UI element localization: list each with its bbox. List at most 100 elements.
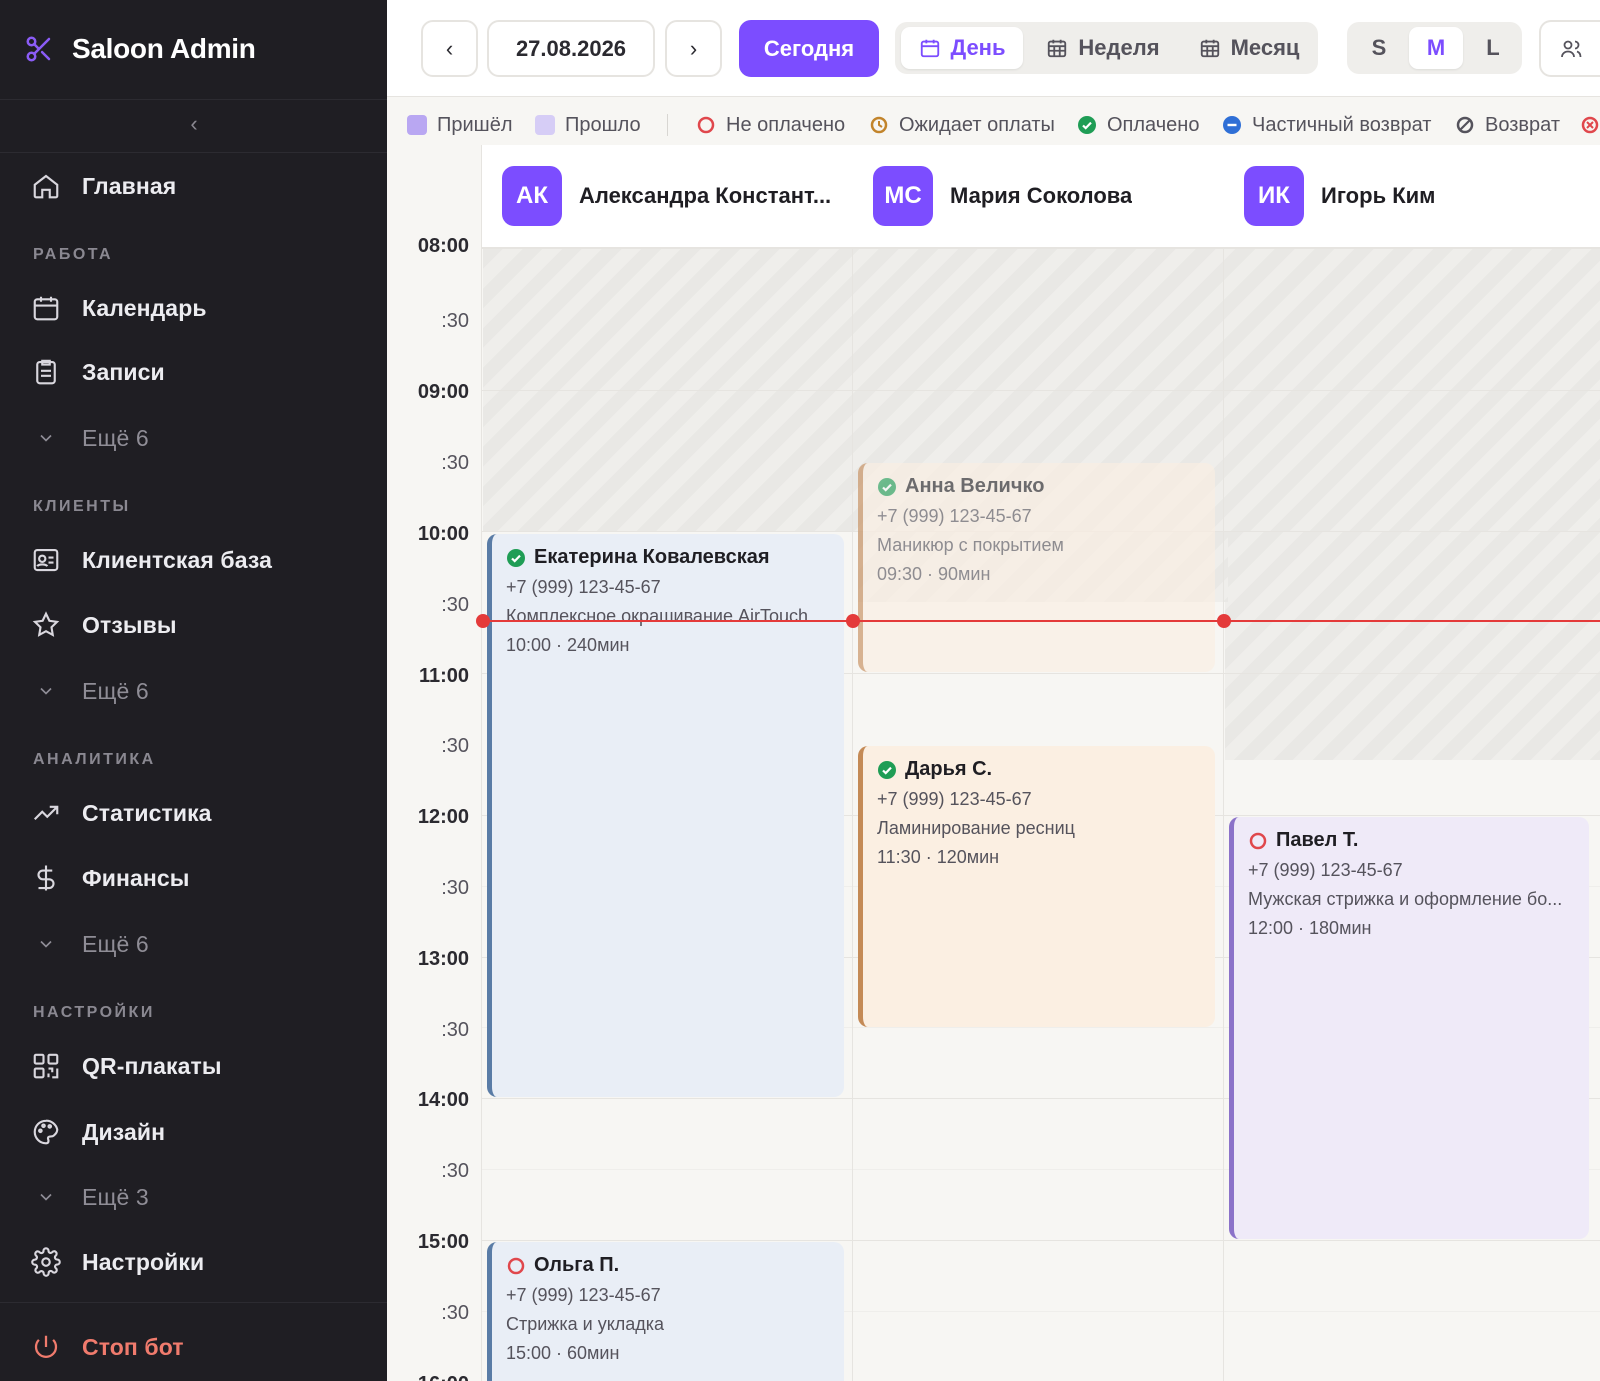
tab-label: Неделя <box>1078 35 1160 60</box>
sidebar-more-clients[interactable]: Ещё 6 <box>30 671 149 711</box>
sidebar-item-settings[interactable]: Настройки <box>30 1242 204 1282</box>
staff-name: Игорь Ким <box>1321 183 1436 208</box>
appointment-time: 09:30 · 90мин <box>877 564 991 584</box>
density-switcher: S M L <box>1347 22 1522 74</box>
section-work: РАБОТА <box>33 246 114 263</box>
users-icon <box>1560 40 1581 57</box>
time-label: :30 <box>441 1019 469 1041</box>
appointment-service: Мужская стрижка и оформление бо... <box>1248 889 1563 909</box>
collapse-sidebar-button[interactable]: ‹ <box>182 112 206 136</box>
appointment-card[interactable]: Екатерина Ковалевская +7 (999) 123-45-67… <box>487 534 844 1097</box>
date-picker[interactable]: 27.08.2026 <box>487 20 655 77</box>
current-time-marker <box>476 614 490 628</box>
appointment-phone: +7 (999) 123-45-67 <box>877 506 1032 526</box>
view-switcher: День Неделя Месяц <box>895 22 1318 74</box>
client-name: Дарья С. <box>905 758 993 780</box>
legend-arrived: Пришёл <box>407 105 513 145</box>
legend-past: Прошло <box>535 105 641 145</box>
size-m-button[interactable]: M <box>1409 27 1463 69</box>
day-grid: 08:00 :30 09:00 :30 10:00 :30 11:00 :30 … <box>387 145 1600 1381</box>
gear-icon <box>30 1246 62 1278</box>
sidebar-item-qr-posters[interactable]: QR-плакаты <box>30 1046 222 1086</box>
qr-icon <box>30 1050 62 1082</box>
time-label: :30 <box>441 1302 469 1324</box>
sidebar-item-label: Ещё 6 <box>82 424 149 451</box>
staff-header[interactable]: МС Мария Соколова <box>853 145 1224 249</box>
appointment-phone: +7 (999) 123-45-67 <box>506 1285 661 1305</box>
sidebar-item-finance[interactable]: Финансы <box>30 858 189 898</box>
prev-day-button[interactable]: ‹ <box>421 20 478 77</box>
appointment-phone: +7 (999) 123-45-67 <box>506 577 661 597</box>
appointment-card[interactable]: Ольга П. +7 (999) 123-45-67 Стрижка и ук… <box>487 1242 844 1381</box>
trend-icon <box>30 797 62 829</box>
sidebar-item-home[interactable]: Главная <box>30 166 176 206</box>
sidebar-item-bookings[interactable]: Записи <box>30 352 165 392</box>
appointment-time: 10:00 · 240мин <box>506 635 630 655</box>
brand: Saloon Admin <box>0 0 387 100</box>
staff-header[interactable]: АК Александра Констант... <box>482 145 853 249</box>
today-button[interactable]: Сегодня <box>739 20 879 77</box>
legend-label: Ожидает оплаты <box>899 113 1055 136</box>
legend-label: Пришёл <box>437 113 513 136</box>
sidebar-item-client-base[interactable]: Клиентская база <box>30 540 272 580</box>
stop-bot-button[interactable]: Стоп бот <box>30 1327 184 1367</box>
staff-filter-button[interactable] <box>1539 20 1600 77</box>
current-time-line <box>483 620 1600 622</box>
clipboard-icon <box>30 356 62 388</box>
size-l-button[interactable]: L <box>1467 27 1519 69</box>
scissors-icon <box>26 36 51 62</box>
sidebar-item-calendar[interactable]: Календарь <box>30 288 207 328</box>
legend-label: Оплачено <box>1107 113 1200 136</box>
chevron-down-icon <box>30 675 62 707</box>
size-s-button[interactable]: S <box>1353 27 1405 69</box>
appointment-time: 15:00 · 60мин <box>506 1343 620 1363</box>
appointment-service: Стрижка и укладка <box>506 1314 665 1334</box>
sidebar-item-reviews[interactable]: Отзывы <box>30 605 177 645</box>
time-column: 08:00 :30 09:00 :30 10:00 :30 11:00 :30 … <box>387 145 482 1381</box>
divider <box>0 152 387 153</box>
tab-label: День <box>950 35 1006 60</box>
appointment-client: Анна Величко <box>877 475 1201 498</box>
time-label: :30 <box>441 877 469 899</box>
contact-card-icon <box>30 544 62 576</box>
time-label: :30 <box>441 310 469 332</box>
staff-name: Александра Констант... <box>579 183 832 208</box>
legend-label: Частичный возврат <box>1252 113 1432 136</box>
appointment-service: Ламинирование ресниц <box>877 818 1075 838</box>
sidebar-item-label: Записи <box>82 358 165 385</box>
time-label: 10:00 <box>417 523 469 545</box>
staff-header[interactable]: ИК Игорь Ким <box>1224 145 1600 249</box>
client-name: Екатерина Ковалевская <box>534 546 770 568</box>
appointment-client: Павел Т. <box>1248 829 1575 852</box>
current-time-marker <box>846 614 860 628</box>
appointment-card[interactable]: Павел Т. +7 (999) 123-45-67 Мужская стри… <box>1229 817 1589 1239</box>
avatar: ИК <box>1244 166 1304 226</box>
section-clients: КЛИЕНТЫ <box>33 498 131 515</box>
calendar-icon <box>920 39 939 58</box>
sidebar-more-analytics[interactable]: Ещё 6 <box>30 924 149 964</box>
legend-unpaid: Не оплачено <box>696 105 845 145</box>
unpaid-icon <box>1249 832 1267 849</box>
check-circle-icon <box>1078 116 1096 134</box>
unpaid-icon <box>507 1257 525 1274</box>
calendar-grid-icon <box>1200 39 1219 58</box>
check-circle-icon <box>507 548 525 567</box>
tab-month[interactable]: Месяц <box>1187 27 1311 69</box>
sidebar-more-work[interactable]: Ещё 6 <box>30 418 149 458</box>
sidebar-more-settings[interactable]: Ещё 3 <box>30 1177 149 1217</box>
staff-name: Мария Соколова <box>950 183 1133 208</box>
legend-label: Не оплачено <box>726 113 846 136</box>
tab-week[interactable]: Неделя <box>1033 27 1173 69</box>
sidebar-item-statistics[interactable]: Статистика <box>30 793 212 833</box>
current-time-marker <box>1217 614 1231 628</box>
appointment-card[interactable]: Дарья С. +7 (999) 123-45-67 Ламинировани… <box>858 746 1215 1027</box>
appointment-card[interactable]: Анна Величко +7 (999) 123-45-67 Маникюр … <box>858 463 1215 672</box>
calendar-grid-icon <box>1048 39 1067 58</box>
clock-icon <box>870 116 888 134</box>
sidebar-item-design[interactable]: Дизайн <box>30 1112 165 1152</box>
tab-day[interactable]: День <box>901 27 1023 69</box>
appointment-service: Маникюр с покрытием <box>877 535 1064 555</box>
appointment-client: Дарья С. <box>877 758 1201 781</box>
next-day-button[interactable]: › <box>665 20 722 77</box>
status-legend: Пришёл Прошло Не оплачено Ожидает оплаты… <box>387 105 1600 145</box>
